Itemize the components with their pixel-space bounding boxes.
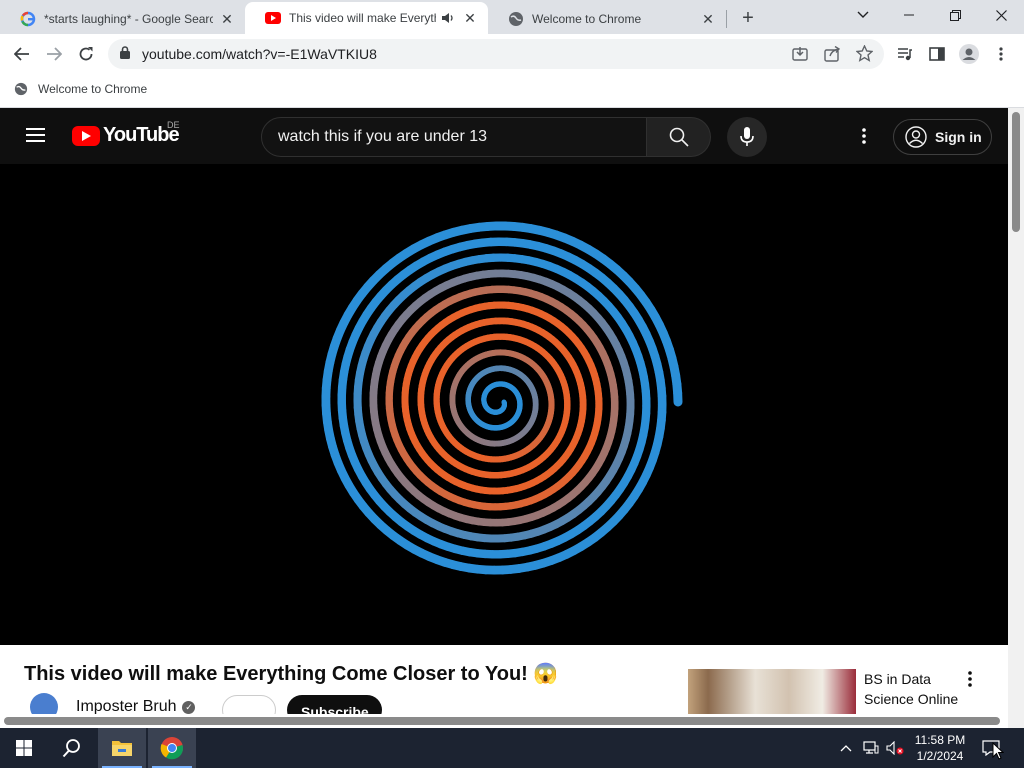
tab-welcome-to-chrome[interactable]: Welcome to Chrome ✕ xyxy=(488,4,726,34)
windows-start-icon[interactable] xyxy=(0,728,48,768)
scrollbar-thumb[interactable] xyxy=(4,717,1000,725)
account-circle-icon xyxy=(905,126,935,148)
media-controls-icon[interactable] xyxy=(890,39,920,69)
chrome-menu-icon[interactable] xyxy=(986,39,1016,69)
search-icon xyxy=(669,127,689,147)
hypnotic-spiral-video-frame xyxy=(321,221,683,575)
browser-toolbar: youtube.com/watch?v=-E1WaVTKIU8 xyxy=(0,34,1024,76)
install-app-icon[interactable] xyxy=(792,46,808,67)
restore-icon[interactable] xyxy=(932,0,978,30)
minimize-icon[interactable] xyxy=(886,0,932,30)
tab-strip: *starts laughing* - Google Search ✕ This… xyxy=(0,0,1024,34)
new-tab-plus-icon[interactable]: + xyxy=(736,6,760,30)
search-input[interactable]: watch this if you are under 13 xyxy=(261,117,647,157)
forward-arrow-icon[interactable] xyxy=(39,39,69,69)
bookmark-welcome-to-chrome[interactable]: Welcome to Chrome xyxy=(14,82,147,96)
share-icon[interactable] xyxy=(824,45,841,67)
sign-in-label: Sign in xyxy=(935,129,982,145)
voice-search-button[interactable] xyxy=(727,117,767,157)
tab-youtube-video[interactable]: This video will make Everything Come Clo… xyxy=(245,2,488,34)
lock-icon[interactable] xyxy=(120,46,130,64)
country-code: DE xyxy=(167,120,180,130)
show-hidden-icons-chevron[interactable] xyxy=(836,728,856,768)
volume-muted-icon[interactable] xyxy=(884,728,906,768)
youtube-page: YouTube DE watch this if you are under 1… xyxy=(0,108,1024,728)
close-tab-icon[interactable]: ✕ xyxy=(700,11,716,27)
reload-icon[interactable] xyxy=(71,39,101,69)
tab-title: Welcome to Chrome xyxy=(532,12,642,26)
bookmark-label: Welcome to Chrome xyxy=(38,82,148,96)
globe-icon xyxy=(14,82,28,96)
youtube-icon xyxy=(265,10,281,26)
system-clock[interactable]: 11:58 PM 1/2/2024 xyxy=(910,732,970,764)
tab-separator xyxy=(726,10,727,28)
side-panel-icon[interactable] xyxy=(922,39,952,69)
hamburger-menu-icon[interactable] xyxy=(22,124,50,148)
bookmark-star-icon[interactable] xyxy=(855,44,874,67)
back-arrow-icon[interactable] xyxy=(7,39,37,69)
youtube-header: YouTube DE watch this if you are under 1… xyxy=(0,108,1008,164)
settings-more-icon[interactable] xyxy=(852,124,876,148)
close-tab-icon[interactable]: ✕ xyxy=(462,10,478,26)
tab-google-search[interactable]: *starts laughing* - Google Search ✕ xyxy=(0,4,245,34)
youtube-logo[interactable]: YouTube DE xyxy=(72,120,180,147)
recommended-video-thumbnail[interactable] xyxy=(688,669,856,715)
recommended-video-title[interactable]: BS in Data Science Online xyxy=(864,669,974,709)
profile-avatar-icon[interactable] xyxy=(954,39,984,69)
search-button[interactable] xyxy=(647,117,711,157)
horizontal-scrollbar[interactable] xyxy=(0,714,1008,728)
search-query-text[interactable]: watch this if you are under 13 xyxy=(278,128,487,146)
audio-playing-icon[interactable] xyxy=(440,10,456,26)
sign-in-button[interactable]: Sign in xyxy=(893,119,992,155)
tab-title: *starts laughing* - Google Search xyxy=(44,12,213,26)
clock-time: 11:58 PM xyxy=(914,733,966,747)
mouse-cursor-icon xyxy=(992,741,1005,765)
scrollbar-thumb[interactable] xyxy=(1012,112,1020,232)
vertical-scrollbar[interactable] xyxy=(1008,108,1024,728)
globe-icon xyxy=(508,11,524,27)
file-explorer-icon[interactable] xyxy=(98,728,146,768)
microphone-icon xyxy=(740,127,754,147)
close-tab-icon[interactable]: ✕ xyxy=(219,11,235,27)
network-icon[interactable] xyxy=(860,728,882,768)
chrome-taskbar-icon[interactable] xyxy=(148,728,196,768)
url-text[interactable]: youtube.com/watch?v=-E1WaVTKIU8 xyxy=(142,46,377,62)
close-window-icon[interactable] xyxy=(978,0,1024,30)
youtube-play-icon xyxy=(72,125,100,146)
bookmarks-bar: Welcome to Chrome xyxy=(0,76,1024,108)
tab-search-chevron-icon[interactable] xyxy=(840,0,886,30)
windows-taskbar: 11:58 PM 1/2/2024 xyxy=(0,728,1024,768)
video-player[interactable] xyxy=(0,164,1008,645)
google-icon xyxy=(20,11,36,27)
address-bar[interactable]: youtube.com/watch?v=-E1WaVTKIU8 xyxy=(108,39,884,69)
verified-check-icon: ✓ xyxy=(182,700,196,714)
taskbar-search-icon[interactable] xyxy=(48,728,96,768)
tab-title: This video will make Everything Come Clo… xyxy=(289,11,436,25)
video-title: This video will make Everything Come Clo… xyxy=(24,663,559,685)
clock-date: 1/2/2024 xyxy=(916,749,964,763)
recommended-more-icon[interactable] xyxy=(968,671,972,692)
